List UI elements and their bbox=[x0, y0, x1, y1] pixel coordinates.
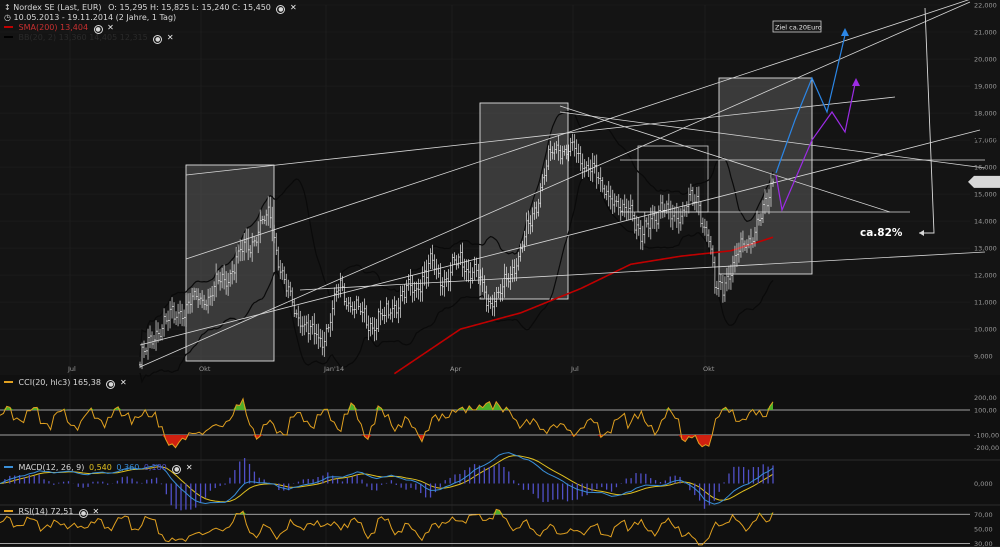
rsi-settings-icon[interactable]: ● bbox=[78, 509, 88, 518]
measure-line bbox=[919, 7, 935, 234]
indicator-tick-label: -100,00 bbox=[974, 432, 999, 440]
x-tick-label: Jan'14 bbox=[323, 365, 344, 373]
bb-legend[interactable]: BB(20, 2) 13,360 14,405 12,315 ● ✕ bbox=[4, 33, 174, 44]
ohlc-values: O: 15,295 H: 15,825 L: 15,240 C: 15,450 bbox=[108, 3, 271, 12]
cci-legend-label: CCI(20, hlc3) 165,38 bbox=[18, 378, 101, 387]
y-tick-label: 16,000 bbox=[974, 164, 997, 172]
last-price-marker bbox=[968, 175, 1000, 188]
bb-close-icon[interactable]: ✕ bbox=[167, 33, 174, 43]
macd-value-3: 0,180 bbox=[143, 463, 167, 472]
y-tick-label: 15,000 bbox=[974, 191, 997, 199]
x-tick-label: Jul bbox=[67, 365, 76, 373]
x-tick-label: Okt bbox=[703, 365, 715, 373]
y-tick-label: 18,000 bbox=[974, 110, 997, 118]
macd-value-1: 0,540 bbox=[88, 463, 112, 472]
indicator-tick-label: -200,00 bbox=[974, 444, 999, 452]
close-icon[interactable]: ✕ bbox=[290, 3, 297, 13]
y-tick-label: 13,000 bbox=[974, 245, 997, 253]
swap-icon[interactable]: ↕ bbox=[4, 3, 11, 12]
cci-legend[interactable]: CCI(20, hlc3) 165,38 ● ✕ bbox=[4, 378, 127, 389]
highlight-box bbox=[185, 164, 275, 362]
y-tick-label: 20,000 bbox=[974, 56, 997, 64]
x-tick-label: Okt bbox=[199, 365, 211, 373]
clock-icon: ◷ bbox=[4, 13, 11, 22]
bb-settings-icon[interactable]: ● bbox=[153, 35, 163, 44]
indicator-tick-label: 50,00 bbox=[974, 525, 993, 533]
sma-legend-label: SMA(200) 13,404 bbox=[18, 23, 89, 32]
cci-close-icon[interactable]: ✕ bbox=[120, 378, 127, 388]
indicator-tick-label: 100,00 bbox=[974, 407, 997, 415]
bb-swatch bbox=[4, 36, 13, 38]
x-tick-label: Apr bbox=[450, 365, 462, 373]
indicator-tick-label: 30,00 bbox=[974, 540, 993, 547]
target-label: Ziel ca.20Euro bbox=[775, 24, 822, 32]
y-tick-label: 12,000 bbox=[974, 272, 997, 280]
macd-swatch bbox=[4, 466, 13, 468]
sma-close-icon[interactable]: ✕ bbox=[107, 23, 114, 33]
indicator-tick-label: 200,00 bbox=[974, 394, 997, 402]
sma-swatch bbox=[4, 26, 13, 28]
last-price-label: 15,450 bbox=[974, 134, 999, 142]
cci-settings-icon[interactable]: ● bbox=[106, 380, 116, 389]
period-label: 10.05.2013 - 19.11.2014 (2 Jahre, 1 Tag) bbox=[13, 13, 177, 22]
y-tick-label: 22,000 bbox=[974, 2, 997, 10]
measure-arrowhead bbox=[919, 230, 924, 236]
indicator-tick-label: 70,00 bbox=[974, 511, 993, 519]
price-axis: 9,000 10,000 11,000 12,000 13,000 14,000 15,00… bbox=[968, 2, 1000, 361]
indicator-tick-label: 0,000 bbox=[974, 480, 993, 488]
percent-label: ca.82% bbox=[860, 227, 903, 239]
instrument-title: Nordex SE (Last, EUR) bbox=[13, 3, 102, 12]
y-tick-label: 9,000 bbox=[974, 353, 993, 361]
macd-value-2: 0,360 bbox=[116, 463, 140, 472]
y-tick-label: 10,000 bbox=[974, 326, 997, 334]
macd-legend-label: MACD(12, 26, 9) bbox=[18, 463, 85, 472]
trend-line bbox=[299, 251, 986, 291]
macd-legend[interactable]: MACD(12, 26, 9) 0,540 0,360 0,180 ● ✕ bbox=[4, 463, 193, 474]
y-tick-label: 21,000 bbox=[974, 29, 997, 37]
bb-legend-label: BB(20, 2) 13,360 14,405 12,315 bbox=[18, 33, 148, 42]
y-tick-label: 11,000 bbox=[974, 299, 997, 307]
macd-settings-icon[interactable]: ● bbox=[172, 465, 182, 474]
highlight-box bbox=[479, 102, 569, 300]
sma-200-line bbox=[393, 236, 774, 375]
cci-swatch bbox=[4, 381, 13, 383]
y-tick-label: 19,000 bbox=[974, 83, 997, 91]
macd-close-icon[interactable]: ✕ bbox=[186, 463, 193, 473]
sma-200-path bbox=[393, 236, 774, 375]
rsi-legend[interactable]: RSI(14) 72,51 ● ✕ bbox=[4, 507, 99, 518]
target-annotation: Ziel ca.20Euro bbox=[772, 20, 822, 33]
x-tick-label: Jul bbox=[570, 365, 579, 373]
rsi-legend-label: RSI(14) 72,51 bbox=[18, 507, 74, 516]
period-row: ◷ 10.05.2013 - 19.11.2014 (2 Jahre, 1 Ta… bbox=[4, 13, 176, 23]
projection-purple-head bbox=[852, 78, 860, 86]
rsi-close-icon[interactable]: ✕ bbox=[93, 507, 100, 517]
settings-icon[interactable]: ● bbox=[276, 5, 286, 14]
rsi-swatch bbox=[4, 510, 13, 512]
y-tick-label: 14,000 bbox=[974, 218, 997, 226]
